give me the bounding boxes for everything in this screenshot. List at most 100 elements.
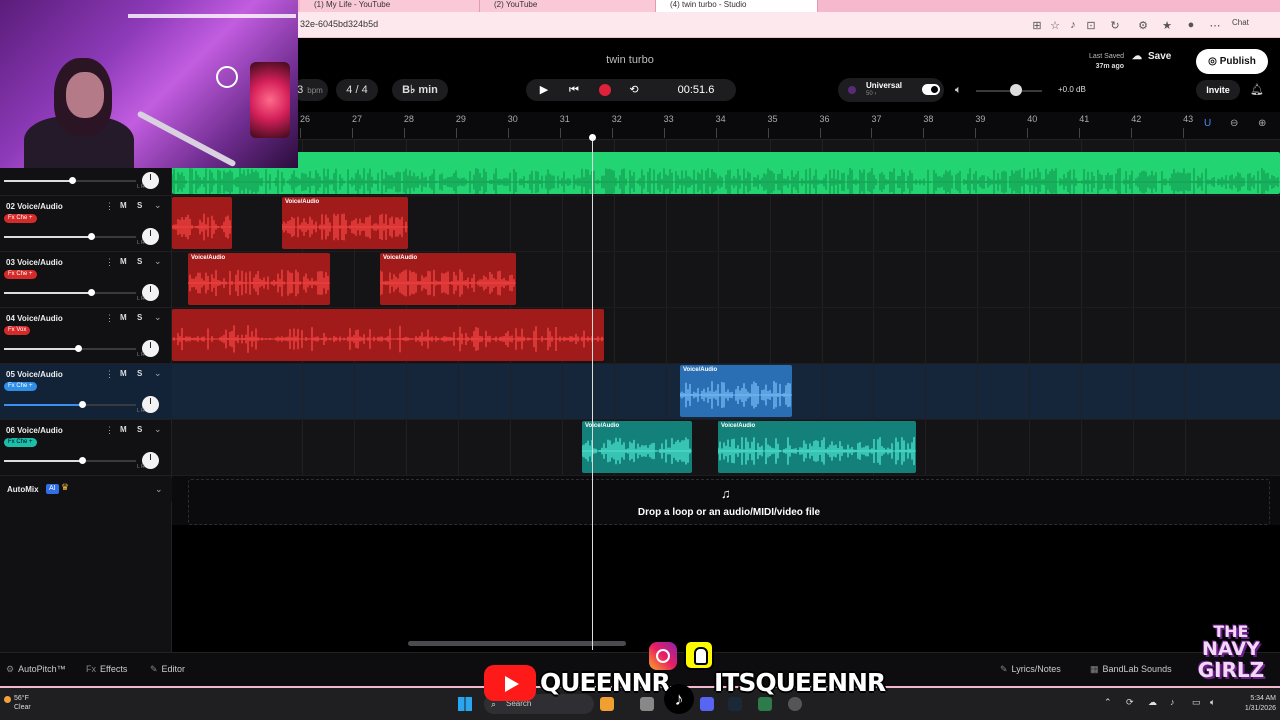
- play-icon[interactable]: ▶: [536, 82, 552, 98]
- track-lane[interactable]: Voice/Audio: [172, 364, 1280, 420]
- mic-tray-icon[interactable]: ♪: [1170, 697, 1175, 707]
- track-lane[interactable]: [172, 140, 1280, 196]
- track-menu-icon[interactable]: ⋮: [105, 369, 114, 380]
- track-header[interactable]: 02 Voice/Audio Fx Che + ⋮ M S ⌄ L R: [0, 196, 172, 252]
- master-volume-slider[interactable]: [976, 90, 1042, 92]
- instrument-selector[interactable]: Universal 50 ›: [838, 78, 944, 102]
- cloud-icon[interactable]: ☁: [1148, 697, 1157, 708]
- track-volume-slider[interactable]: [91, 292, 136, 294]
- zoom-out-icon[interactable]: ⊖: [1230, 118, 1238, 129]
- profile-icon[interactable]: ●: [1184, 19, 1198, 31]
- chevron-down-icon[interactable]: ⌄: [155, 484, 163, 495]
- refresh-icon[interactable]: ↻: [1108, 19, 1122, 32]
- solo-button[interactable]: S: [137, 313, 142, 322]
- automix-panel[interactable]: AutoMix AI ♛ ⌄: [0, 478, 172, 502]
- lyrics-notes-button[interactable]: ✎ Lyrics/Notes: [1000, 664, 1061, 675]
- speaker-icon[interactable]: 🔈︎: [955, 84, 962, 97]
- audio-clip[interactable]: Voice/Audio: [718, 421, 916, 473]
- key-control[interactable]: B♭ min: [392, 79, 448, 101]
- effects-button[interactable]: Fx Effects: [86, 664, 127, 674]
- taskbar-clock[interactable]: 5:34 AM 1/31/2026: [1230, 694, 1276, 714]
- track-menu-icon[interactable]: ⋮: [105, 257, 114, 268]
- solo-button[interactable]: S: [137, 369, 142, 378]
- favorites-icon[interactable]: ★: [1160, 19, 1174, 32]
- track-fx-badge[interactable]: Fx Che +: [4, 382, 37, 391]
- chevron-down-icon[interactable]: ⌄: [154, 312, 162, 323]
- windows-start-icon[interactable]: [458, 697, 472, 711]
- track-fx-badge[interactable]: Fx Che +: [4, 214, 37, 223]
- more-menu-icon[interactable]: ⋯: [1208, 19, 1222, 32]
- browser-tab[interactable]: (1) My Life - YouTube: [300, 0, 480, 12]
- playhead-line[interactable]: [592, 136, 593, 650]
- master-volume-knob[interactable]: [1009, 84, 1022, 96]
- track-volume-slider[interactable]: [71, 180, 136, 182]
- network-icon[interactable]: ▭: [1192, 697, 1201, 708]
- browser-tab[interactable]: (2) YouTube: [480, 0, 656, 12]
- track-volume-slider[interactable]: [77, 348, 136, 350]
- bookmark-star-icon[interactable]: ☆: [1048, 19, 1062, 32]
- track-fx-badge[interactable]: Fx Che +: [4, 270, 37, 279]
- track-lane[interactable]: Voice/Audio Voice/Audio: [172, 420, 1280, 476]
- solo-button[interactable]: S: [137, 201, 142, 210]
- bandlab-sounds-button[interactable]: ▦ BandLab Sounds: [1090, 664, 1172, 675]
- track-header[interactable]: 05 Voice/Audio Fx Che + ⋮ M S ⌄ L R: [0, 364, 172, 420]
- mute-button[interactable]: M: [120, 201, 127, 210]
- track-fx-badge[interactable]: Fx Vox: [4, 326, 31, 335]
- audio-clip[interactable]: [172, 309, 604, 361]
- zoom-in-icon[interactable]: ⊕: [1258, 118, 1266, 129]
- track-header[interactable]: 03 Voice/Audio Fx Che + ⋮ M S ⌄ L R: [0, 252, 172, 308]
- skip-to-start-icon[interactable]: ⏮: [566, 82, 582, 98]
- audio-clip[interactable]: [172, 197, 232, 249]
- chevron-down-icon[interactable]: ⌄: [154, 424, 162, 435]
- playhead-handle[interactable]: [589, 134, 596, 141]
- track-volume-knob[interactable]: [88, 289, 95, 296]
- track-lane[interactable]: Voice/Audio Voice/Audio: [172, 252, 1280, 308]
- audio-clip[interactable]: Voice/Audio: [188, 253, 330, 305]
- track-header[interactable]: 04 Voice/Audio Fx Vox ⋮ M S ⌄ L R: [0, 308, 172, 364]
- track-name[interactable]: 04 Voice/Audio: [6, 314, 63, 323]
- drop-zone[interactable]: ♫ Drop a loop or an audio/MIDI/video fil…: [188, 479, 1270, 525]
- audio-clip[interactable]: Voice/Audio: [680, 365, 792, 417]
- track-volume-knob[interactable]: [79, 457, 86, 464]
- track-menu-icon[interactable]: ⋮: [105, 201, 114, 212]
- track-volume-slider[interactable]: [82, 404, 136, 406]
- mute-button[interactable]: M: [120, 369, 127, 378]
- track-volume-knob[interactable]: [88, 233, 95, 240]
- track-volume-slider[interactable]: [91, 236, 136, 238]
- volume-tray-icon[interactable]: 🔈︎: [1210, 697, 1215, 708]
- track-volume-knob[interactable]: [74, 345, 82, 352]
- track-menu-icon[interactable]: ⋮: [105, 313, 114, 324]
- track-header[interactable]: 06 Voice/Audio Fx Che + ⋮ M S ⌄ L R: [0, 420, 172, 476]
- mute-button[interactable]: M: [120, 425, 127, 434]
- project-title[interactable]: twin turbo: [560, 54, 700, 66]
- tab-search-icon[interactable]: ⊞: [1030, 19, 1044, 32]
- chat-button[interactable]: Chat: [1232, 18, 1249, 27]
- notifications-bell-icon[interactable]: 🔔︎: [1250, 83, 1264, 96]
- mute-button[interactable]: M: [120, 257, 127, 266]
- chevron-down-icon[interactable]: ⌄: [154, 368, 162, 379]
- track-menu-icon[interactable]: ⋮: [105, 425, 114, 436]
- timeline-ruler[interactable]: U ⊖ ⊕ 26 27 28 29 30 31 32 33 34 35 36 37 38 39 40 41 42…: [172, 112, 1280, 140]
- tray-app-icon[interactable]: ⟳: [1126, 697, 1134, 708]
- loop-icon[interactable]: ⟲: [626, 82, 642, 98]
- track-lane[interactable]: Voice/Audio: [172, 196, 1280, 252]
- save-button[interactable]: ☁ Save: [1132, 51, 1188, 71]
- record-button[interactable]: [599, 84, 611, 96]
- track-fx-badge[interactable]: Fx Che +: [4, 438, 37, 447]
- snap-magnet-icon[interactable]: U: [1204, 118, 1211, 129]
- autopitch-button[interactable]: ⚙ AutoPitch™: [6, 664, 66, 675]
- mute-button[interactable]: M: [120, 313, 127, 322]
- audio-clip[interactable]: Voice/Audio: [582, 421, 692, 473]
- track-volume-knob[interactable]: [79, 401, 86, 408]
- track-volume-knob[interactable]: [68, 177, 76, 184]
- track-name[interactable]: 05 Voice/Audio: [6, 370, 63, 379]
- invite-button[interactable]: Invite: [1196, 80, 1240, 100]
- track-volume-slider[interactable]: [82, 460, 136, 462]
- url-text[interactable]: 32e-6045bd324b5d: [300, 19, 378, 29]
- audio-clip[interactable]: Voice/Audio: [282, 197, 408, 249]
- audio-clip[interactable]: [172, 152, 1280, 194]
- weather-widget[interactable]: 56°F Clear: [4, 694, 31, 712]
- time-signature-control[interactable]: 4 / 4: [336, 79, 378, 101]
- solo-button[interactable]: S: [137, 425, 142, 434]
- chevron-down-icon[interactable]: ⌄: [154, 200, 162, 211]
